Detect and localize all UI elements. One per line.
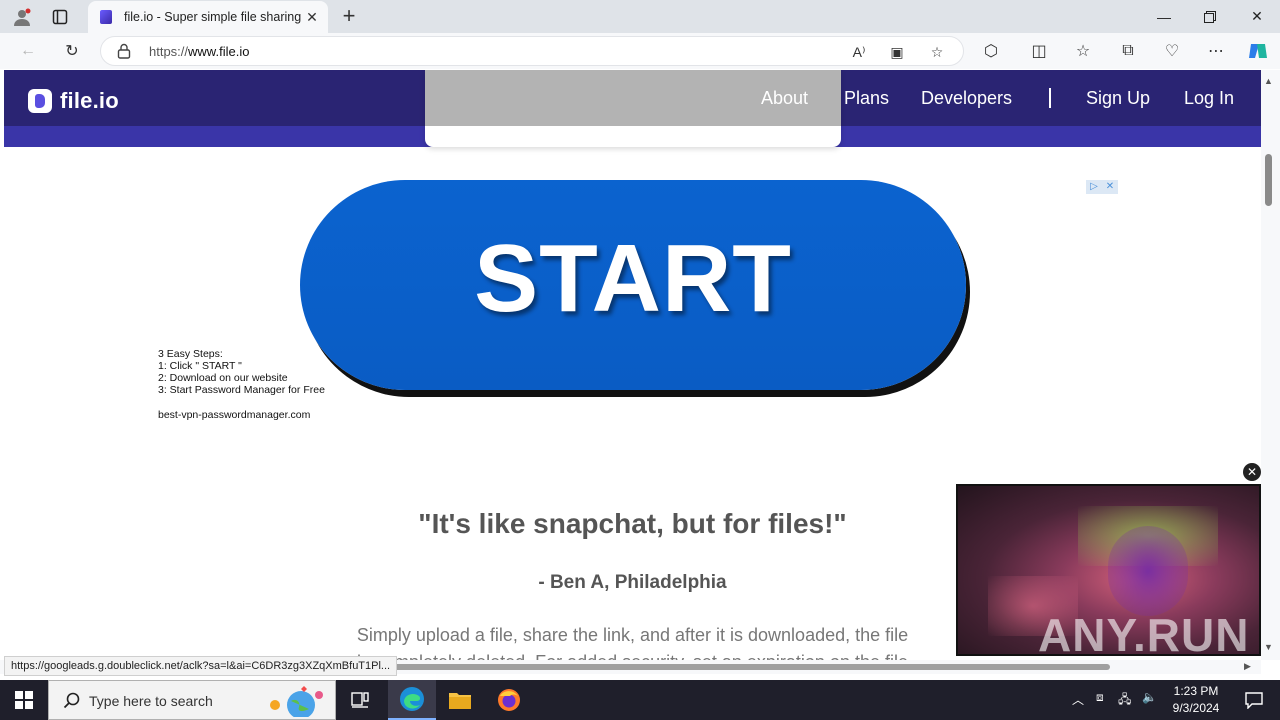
nav-sign-up[interactable]: Sign Up [1086, 88, 1150, 109]
ad-start-button[interactable]: START [300, 180, 966, 390]
search-placeholder: Type here to search [89, 693, 213, 709]
tab-actions-icon[interactable] [38, 0, 82, 33]
task-view-icon[interactable] [336, 680, 384, 720]
lock-icon[interactable] [117, 43, 131, 59]
nav-log-in[interactable]: Log In [1184, 88, 1234, 109]
tab-title: file.io - Super simple file sharing [124, 10, 302, 24]
search-icon [63, 692, 80, 709]
favorite-star-icon[interactable]: ☆ [927, 42, 947, 62]
browser-essentials-icon[interactable]: ♡ [1158, 37, 1186, 65]
ad-domain[interactable]: best-vpn-passwordmanager.com [158, 409, 310, 421]
close-tab-icon[interactable]: ✕ [302, 9, 322, 26]
taskbar-search-box[interactable]: Type here to search [48, 680, 336, 720]
split-screen-icon[interactable]: ◫ [1025, 37, 1053, 65]
address-bar[interactable]: https://www.file.io A⁾ ▣ ☆ [100, 36, 964, 66]
search-highlight-globe-icon [270, 686, 323, 717]
vertical-scroll-thumb[interactable] [1265, 154, 1272, 206]
file-io-favicon-icon [100, 10, 112, 24]
clock-date: 9/3/2024 [1172, 701, 1220, 715]
favorites-icon[interactable]: ☆ [1069, 37, 1097, 65]
logo-text: file.io [60, 88, 119, 113]
refresh-icon[interactable]: ↻ [58, 37, 86, 65]
scroll-right-icon[interactable]: ▶ [1244, 661, 1251, 672]
system-tray: ︿ ⧈ 🖧 🔈 [1066, 680, 1166, 720]
ad-step-2: 2: Download on our website [158, 372, 288, 384]
back-icon[interactable]: ← [14, 37, 42, 65]
edge-taskbar-icon[interactable] [388, 680, 436, 720]
ad-choices-badge[interactable]: ▷ ✕ [1086, 180, 1118, 194]
site-logo[interactable]: file.io [28, 88, 119, 114]
page-viewport: file.io About Plans Developers Sign Up L… [4, 70, 1261, 660]
vertical-scrollbar[interactable]: ▲ ▼ [1261, 70, 1280, 660]
firefox-icon[interactable] [485, 680, 533, 720]
scroll-down-icon[interactable]: ▼ [1264, 642, 1273, 652]
ad-info-icon[interactable]: ▷ [1086, 180, 1102, 194]
immersive-reader-icon[interactable]: ▣ [887, 42, 907, 62]
nav-developers[interactable]: Developers [921, 88, 1012, 109]
network-icon[interactable]: 🖧 [1118, 690, 1131, 711]
copilot-icon[interactable] [1244, 37, 1272, 65]
browser-title-bar: file.io - Super simple file sharing ✕ + … [0, 0, 1280, 33]
url-text: https://www.file.io [149, 44, 250, 59]
anyrun-watermark: ANY.RUN [1038, 609, 1250, 660]
file-io-logo-icon [28, 89, 52, 113]
volume-icon[interactable]: 🔈 [1142, 690, 1157, 704]
nav-separator [1049, 88, 1051, 108]
ad-step-1: 1: Click " START " [158, 360, 242, 372]
notifications-icon[interactable] [1230, 680, 1278, 720]
nav-about[interactable]: About [761, 88, 808, 109]
file-explorer-icon[interactable] [436, 680, 484, 720]
ad-step-3: 3: Start Password Manager for Free [158, 384, 325, 396]
restore-icon[interactable] [1187, 0, 1233, 33]
new-tab-button[interactable]: + [336, 2, 362, 30]
ad-close-icon[interactable]: ✕ [1102, 180, 1118, 194]
video-frame-figure [1108, 526, 1188, 616]
windows-start-icon[interactable] [0, 680, 48, 720]
read-aloud-icon[interactable]: A⁾ [849, 42, 869, 62]
close-window-icon[interactable]: ✕ [1234, 0, 1280, 33]
show-hidden-icons-chevron-icon[interactable]: ︿ [1072, 691, 1084, 708]
status-bar-url: https://googleads.g.doubleclick.net/aclk… [4, 656, 398, 676]
video-ad-close-icon[interactable]: ✕ [1243, 463, 1261, 481]
minimize-icon[interactable]: — [1141, 0, 1187, 33]
windows-taskbar: Type here to search ︿ ⧈ 🖧 🔈 1:23 PM 9/3/… [0, 680, 1280, 720]
ad-steps: 3 Easy Steps: 1: Click " START " 2: Down… [158, 348, 325, 396]
network-status-icon[interactable]: ⧈ [1096, 690, 1104, 705]
ad-start-label: START [474, 225, 792, 332]
browser-toolbar: ← ↻ https://www.file.io A⁾ ▣ ☆ ⬡ ◫ ☆ ⧉ ♡… [0, 33, 1280, 69]
tab-file-io[interactable]: file.io - Super simple file sharing ✕ [88, 1, 328, 33]
extensions-icon[interactable]: ⬡ [977, 37, 1005, 65]
nav-plans[interactable]: Plans [844, 88, 889, 109]
clock-time: 1:23 PM [1173, 684, 1219, 698]
collections-icon[interactable]: ⧉ [1114, 37, 1142, 65]
scroll-up-icon[interactable]: ▲ [1264, 76, 1273, 86]
more-options-icon[interactable]: ⋯ [1202, 37, 1230, 65]
taskbar-clock[interactable]: 1:23 PM 9/3/2024 [1166, 683, 1226, 717]
ad-step-heading: 3 Easy Steps: [158, 348, 223, 360]
